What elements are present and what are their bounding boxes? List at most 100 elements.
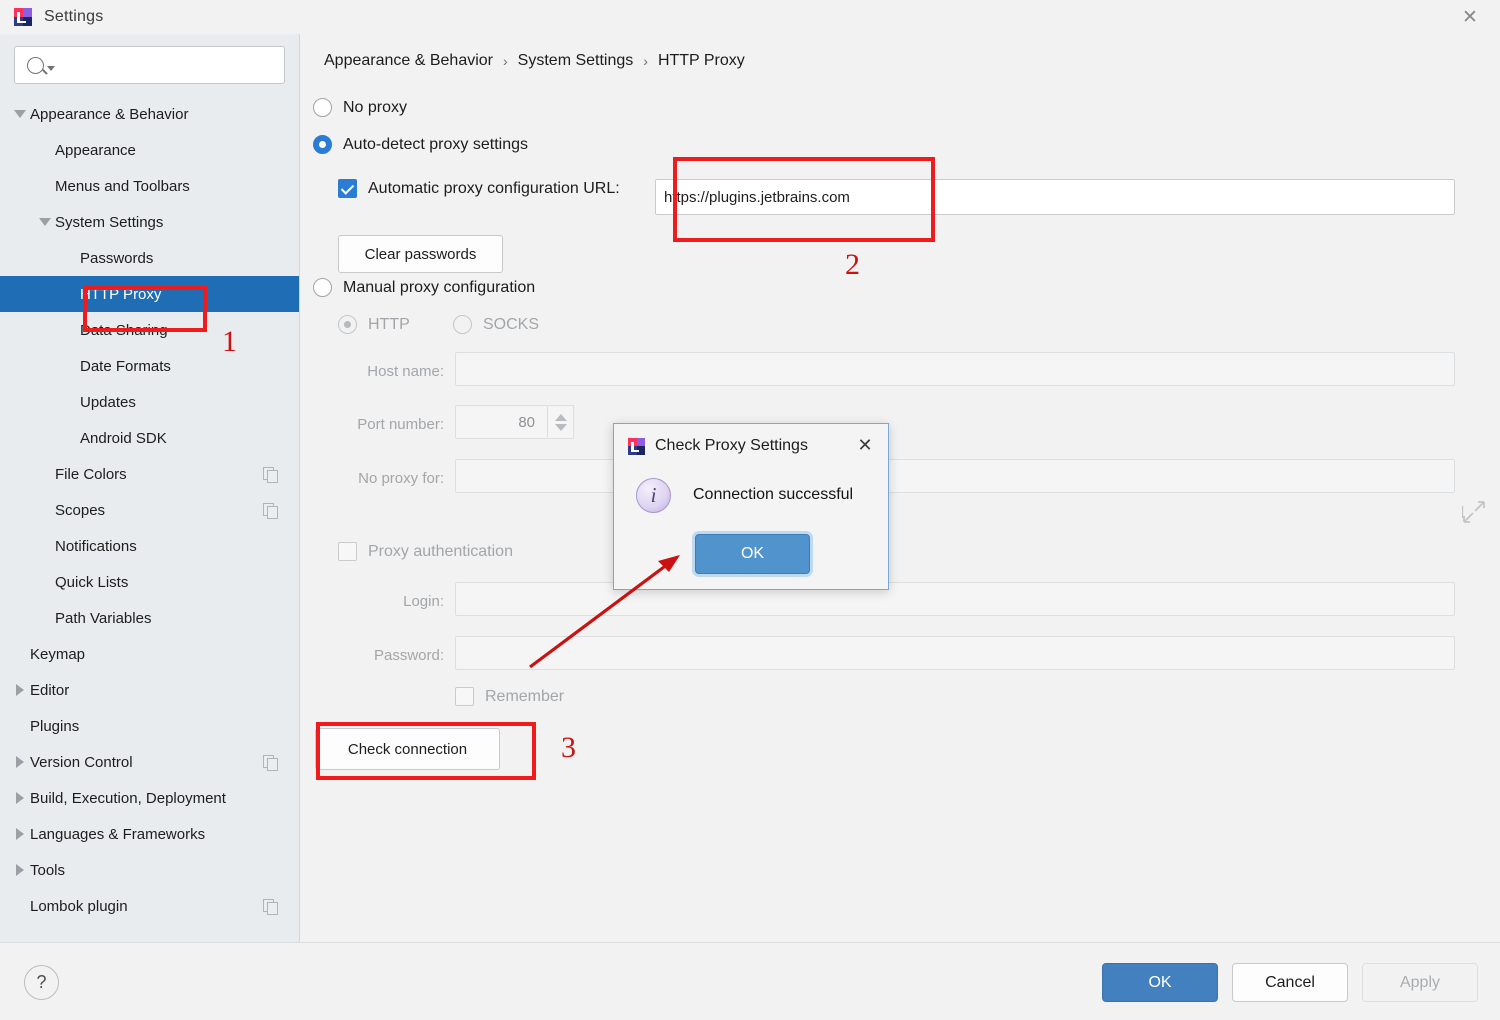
breadcrumb-separator-icon: › [643, 53, 648, 69]
chevron-right-icon[interactable] [10, 672, 30, 708]
dialog-title: Check Proxy Settings [655, 437, 808, 455]
info-icon: i [636, 478, 671, 513]
sidebar-item-tools[interactable]: Tools [0, 852, 299, 888]
checkbox-proxy-authentication[interactable]: Proxy authentication [338, 542, 513, 561]
breadcrumb-separator-icon: › [503, 53, 508, 69]
project-settings-icon [263, 899, 277, 913]
sidebar-item-notifications[interactable]: Notifications [0, 528, 299, 564]
stepper-down-icon[interactable] [555, 424, 567, 431]
search-input[interactable] [61, 56, 276, 74]
cancel-button[interactable]: Cancel [1232, 963, 1348, 1002]
check-connection-label: Check connection [348, 741, 467, 758]
chevron-right-icon[interactable] [10, 816, 30, 852]
check-connection-button[interactable]: Check connection [315, 728, 500, 770]
sidebar-item-build-execution-deployment[interactable]: Build, Execution, Deployment [0, 780, 299, 816]
tree-twisty-spacer [35, 168, 55, 204]
dialog-body: i Connection successful [614, 468, 888, 522]
sidebar-item-label: Data Sharing [80, 322, 299, 339]
tree-twisty-spacer [35, 564, 55, 600]
breadcrumb-item-system-settings[interactable]: System Settings [518, 52, 634, 70]
sidebar-search-wrapper [0, 34, 299, 90]
radio-http[interactable]: HTTP [338, 315, 410, 334]
radio-manual-proxy[interactable]: Manual proxy configuration [313, 278, 535, 297]
sidebar-item-menus-and-toolbars[interactable]: Menus and Toolbars [0, 168, 299, 204]
host-name-input[interactable] [455, 352, 1455, 386]
sidebar-item-appearance-behavior[interactable]: Appearance & Behavior [0, 96, 299, 132]
sidebar-item-http-proxy[interactable]: HTTP Proxy [0, 276, 299, 312]
checkbox-auto-config-url[interactable]: Automatic proxy configuration URL: [338, 179, 620, 198]
sidebar-item-updates[interactable]: Updates [0, 384, 299, 420]
breadcrumb-item-appearance-behavior[interactable]: Appearance & Behavior [324, 52, 493, 70]
apply-button[interactable]: Apply [1362, 963, 1478, 1002]
auto-config-url-input[interactable]: https://plugins.jetbrains.com [655, 179, 1455, 215]
tree-twisty-spacer [60, 348, 80, 384]
sidebar-item-appearance[interactable]: Appearance [0, 132, 299, 168]
clear-passwords-button[interactable]: Clear passwords [338, 235, 503, 273]
chevron-right-icon[interactable] [10, 852, 30, 888]
sidebar-item-system-settings[interactable]: System Settings [0, 204, 299, 240]
sidebar-item-lombok-plugin[interactable]: Lombok plugin [0, 888, 299, 924]
settings-tree: Appearance & Behavior Appearance Menus and… [0, 96, 299, 924]
annotation-arrow [520, 545, 700, 675]
stepper-up-icon[interactable] [555, 414, 567, 421]
sidebar-item-quick-lists[interactable]: Quick Lists [0, 564, 299, 600]
sidebar-item-label: Scopes [55, 502, 263, 519]
dialog-ok-button[interactable]: OK [695, 534, 810, 574]
window-titlebar: Settings ✕ [0, 0, 1500, 34]
sidebar-item-android-sdk[interactable]: Android SDK [0, 420, 299, 456]
sidebar-item-label: File Colors [55, 466, 263, 483]
host-name-label: Host name: [300, 363, 444, 380]
sidebar-item-editor[interactable]: Editor [0, 672, 299, 708]
dialog-ok-label: OK [741, 545, 764, 563]
checkbox-remember[interactable]: Remember [455, 687, 564, 706]
tree-twisty-spacer [10, 708, 30, 744]
sidebar-item-keymap[interactable]: Keymap [0, 636, 299, 672]
sidebar-item-label: Android SDK [80, 430, 299, 447]
sidebar-item-languages-frameworks[interactable]: Languages & Frameworks [0, 816, 299, 852]
chevron-right-icon[interactable] [10, 744, 30, 780]
http-proxy-panel: Appearance & Behavior › System Settings … [300, 34, 1500, 942]
port-number-input[interactable]: 80 [455, 405, 548, 439]
no-proxy-for-label: No proxy for: [300, 470, 444, 487]
sidebar-item-path-variables[interactable]: Path Variables [0, 600, 299, 636]
sidebar-item-plugins[interactable]: Plugins [0, 708, 299, 744]
tree-twisty-spacer [35, 492, 55, 528]
tree-twisty-spacer [60, 312, 80, 348]
checkbox-auto-config-url-indicator [338, 179, 357, 198]
radio-auto-detect-label: Auto-detect proxy settings [343, 136, 528, 154]
ok-label: OK [1148, 974, 1171, 992]
sidebar-item-label: Appearance [55, 142, 299, 159]
chevron-down-icon[interactable] [10, 96, 30, 132]
checkbox-auto-config-url-label: Automatic proxy configuration URL: [368, 180, 620, 198]
port-number-value: 80 [518, 414, 535, 431]
annotation-number-3: 3 [561, 731, 576, 765]
annotation-number-1: 1 [222, 325, 237, 359]
close-icon[interactable]: ✕ [1458, 6, 1482, 28]
tree-twisty-spacer [60, 240, 80, 276]
clear-passwords-label: Clear passwords [365, 246, 477, 263]
search-box[interactable] [14, 46, 285, 84]
login-label: Login: [300, 593, 444, 610]
radio-auto-detect-proxy[interactable]: Auto-detect proxy settings [313, 135, 528, 154]
sidebar-item-scopes[interactable]: Scopes [0, 492, 299, 528]
radio-socks[interactable]: SOCKS [453, 315, 539, 334]
sidebar-item-label: Tools [30, 862, 299, 879]
sidebar-item-date-formats[interactable]: Date Formats [0, 348, 299, 384]
cancel-label: Cancel [1265, 974, 1315, 992]
chevron-down-icon[interactable] [35, 204, 55, 240]
sidebar-item-version-control[interactable]: Version Control [0, 744, 299, 780]
sidebar-item-passwords[interactable]: Passwords [0, 240, 299, 276]
help-button[interactable]: ? [24, 965, 59, 1000]
no-proxy-for-input[interactable] [455, 459, 1455, 493]
sidebar-item-file-colors[interactable]: File Colors [0, 456, 299, 492]
expand-icon[interactable] [1462, 500, 1486, 524]
sidebar-item-data-sharing[interactable]: Data Sharing [0, 312, 299, 348]
chevron-right-icon[interactable] [10, 780, 30, 816]
port-number-stepper[interactable] [548, 405, 574, 439]
tree-twisty-spacer [35, 456, 55, 492]
breadcrumb: Appearance & Behavior › System Settings … [324, 52, 745, 70]
close-icon[interactable]: ✕ [854, 434, 876, 456]
radio-no-proxy-indicator [313, 98, 332, 117]
ok-button[interactable]: OK [1102, 963, 1218, 1002]
radio-no-proxy[interactable]: No proxy [313, 98, 407, 117]
